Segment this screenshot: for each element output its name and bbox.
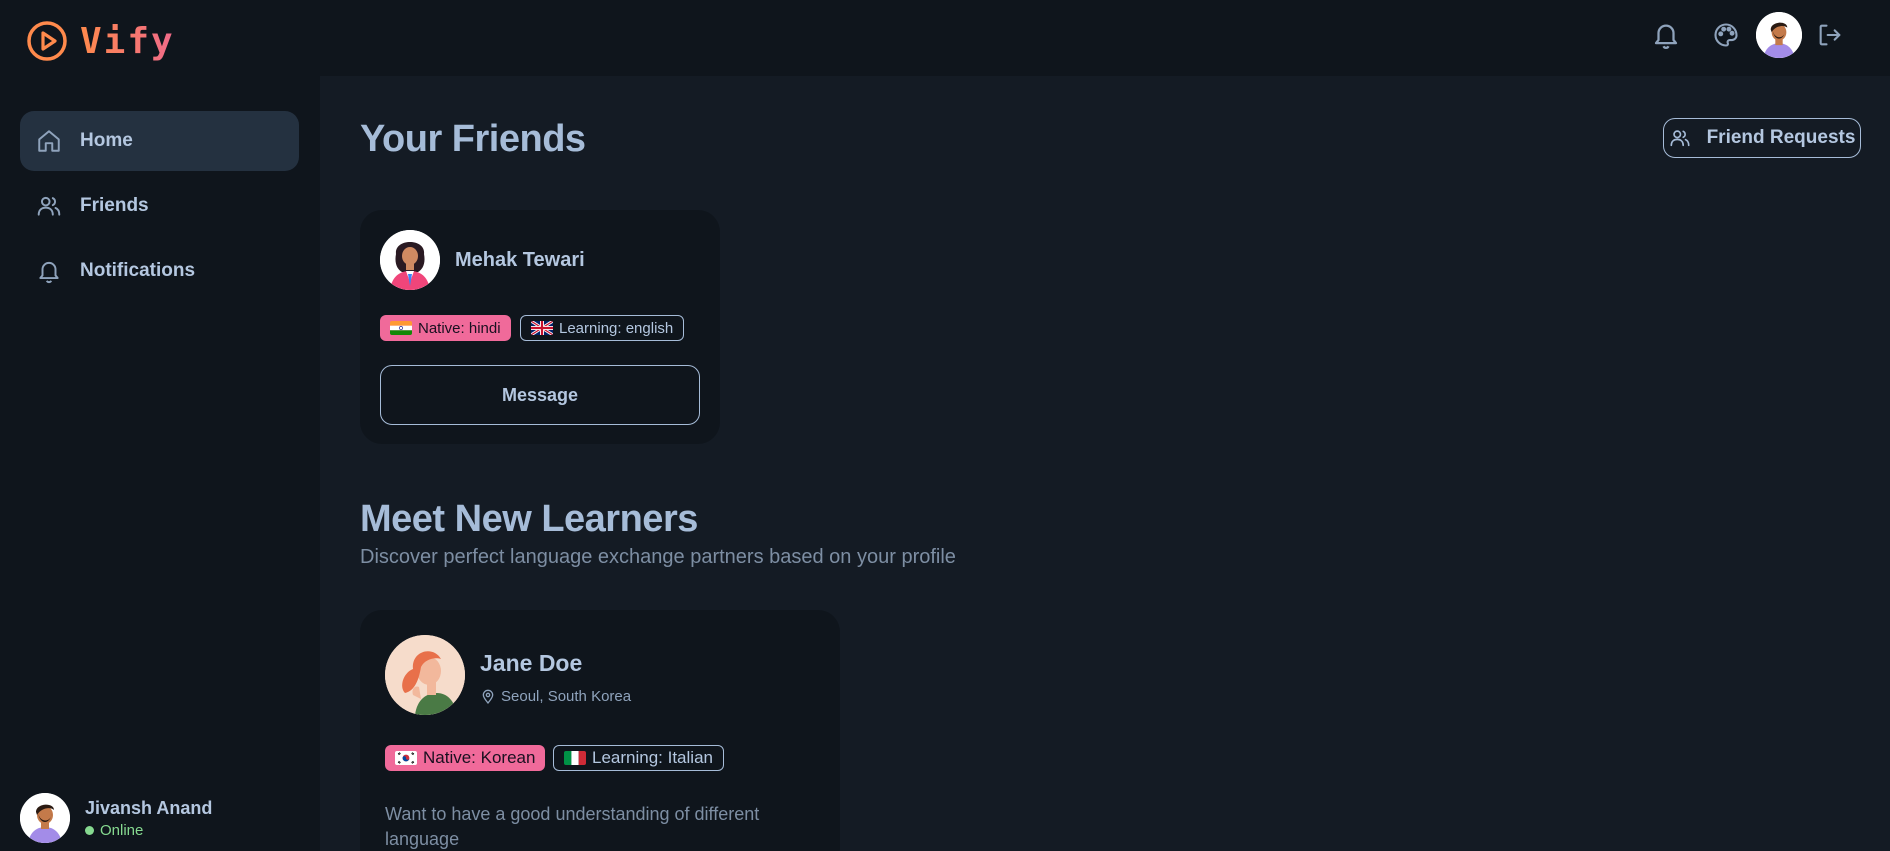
user-avatar — [20, 793, 70, 843]
bell-icon — [1654, 24, 1678, 49]
learning-language-badge: Learning: Italian — [553, 745, 724, 771]
learner-location-text: Seoul, South Korea — [501, 688, 632, 705]
friend-avatar — [380, 230, 440, 290]
learner-location: Seoul, South Korea — [480, 688, 631, 705]
home-icon — [36, 128, 62, 154]
native-language-text: Native: Korean — [423, 748, 536, 767]
play-circle-icon — [27, 21, 67, 61]
learning-language-text: Learning: english — [559, 319, 674, 337]
uk-flag-icon — [531, 321, 553, 335]
learners-heading: Meet New Learners — [360, 498, 698, 540]
learners-subtitle: Discover perfect language exchange partn… — [360, 546, 956, 568]
theme-button[interactable] — [1710, 19, 1742, 51]
message-label: Message — [501, 384, 579, 405]
topbar — [320, 0, 1890, 76]
friend-name: Mehak Tewari — [455, 249, 585, 271]
users-icon — [1670, 130, 1690, 147]
notifications-button[interactable] — [1650, 19, 1682, 51]
learner-name: Jane Doe — [480, 650, 583, 676]
learning-language-text: Learning: Italian — [592, 748, 713, 767]
sidebar-item-label: Notifications — [80, 260, 196, 281]
app-name: Vify — [80, 20, 175, 62]
learner-bio: Want to have a good understanding of dif… — [385, 804, 760, 849]
sidebar-item-label: Friends — [80, 195, 149, 216]
users-icon — [36, 193, 62, 219]
learner-avatar — [385, 635, 465, 715]
friend-card: Mehak Tewari Native: hindi Learning: eng… — [360, 210, 720, 444]
palette-icon — [1714, 23, 1738, 47]
italy-flag-icon — [564, 751, 586, 765]
learner-card: Jane Doe Seoul, South Korea Native: Kore… — [360, 610, 840, 851]
sidebar-nav: Home Friends Notifications — [20, 111, 299, 306]
current-user[interactable]: Jivansh Anand Online — [20, 793, 212, 843]
native-language-badge: Native: Korean — [385, 745, 546, 771]
native-language-text: Native: hindi — [418, 319, 501, 337]
india-flag-icon — [390, 321, 412, 335]
status-text: Online — [100, 821, 144, 839]
native-language-badge: Native: hindi — [380, 315, 511, 341]
status-badge: Online — [85, 822, 212, 839]
sidebar: Vify Home Friends Notifications Jivansh … — [0, 0, 320, 851]
learning-language-badge: Learning: english — [520, 315, 685, 341]
friend-requests-button[interactable]: Friend Requests — [1663, 118, 1861, 158]
online-dot — [85, 825, 94, 835]
logout-icon — [1819, 24, 1841, 46]
bell-icon — [36, 258, 62, 284]
sidebar-item-home[interactable]: Home — [20, 111, 299, 171]
friend-requests-label: Friend Requests — [1706, 127, 1856, 148]
sidebar-item-label: Home — [80, 130, 133, 151]
app-logo[interactable]: Vify — [26, 20, 175, 62]
south-korea-flag-icon — [395, 751, 417, 765]
friends-heading: Your Friends — [360, 118, 586, 160]
map-pin-icon — [482, 689, 494, 704]
user-name: Jivansh Anand — [85, 797, 213, 818]
sidebar-item-notifications[interactable]: Notifications — [20, 241, 299, 301]
sidebar-item-friends[interactable]: Friends — [20, 176, 299, 236]
logout-button[interactable] — [1814, 19, 1846, 51]
message-button[interactable]: Message — [380, 365, 700, 425]
profile-avatar[interactable] — [1756, 12, 1802, 58]
